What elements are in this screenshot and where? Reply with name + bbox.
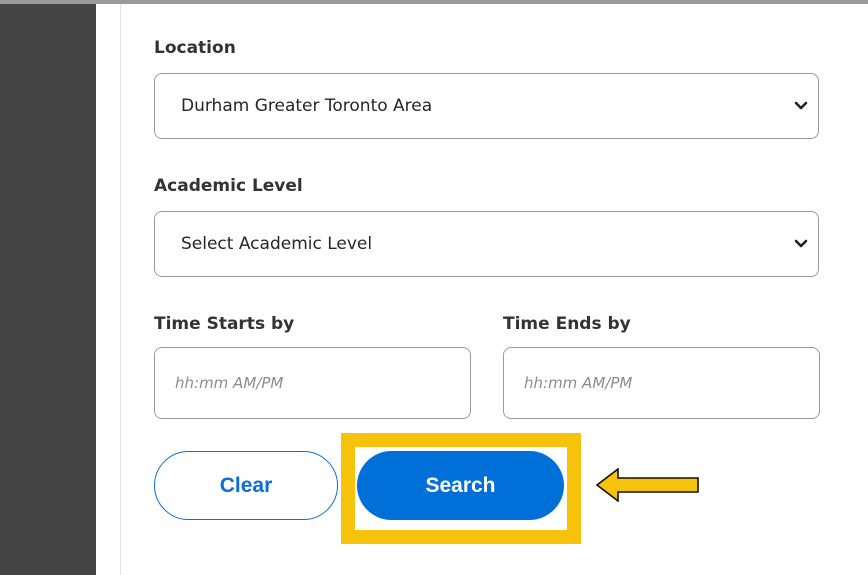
- location-selected-value: Durham Greater Toronto Area: [181, 96, 433, 116]
- sidebar: [0, 4, 96, 575]
- academic-level-selected-value: Select Academic Level: [181, 234, 373, 254]
- time-starts-placeholder: hh:mm AM/PM: [175, 374, 284, 392]
- clear-button[interactable]: Clear: [154, 451, 338, 520]
- time-ends-placeholder: hh:mm AM/PM: [524, 374, 633, 392]
- time-ends-label: Time Ends by: [503, 314, 631, 334]
- top-border: [0, 0, 868, 4]
- arrow-left-icon: [596, 468, 699, 502]
- time-starts-label: Time Starts by: [154, 314, 295, 334]
- chevron-down-icon: [794, 239, 808, 248]
- time-ends-input[interactable]: hh:mm AM/PM: [503, 347, 820, 419]
- academic-level-label: Academic Level: [154, 176, 303, 196]
- location-label: Location: [154, 38, 236, 58]
- content-divider: [120, 4, 121, 575]
- academic-level-select[interactable]: Select Academic Level: [154, 211, 819, 277]
- location-select[interactable]: Durham Greater Toronto Area: [154, 73, 819, 139]
- search-button[interactable]: Search: [357, 451, 564, 520]
- chevron-down-icon: [794, 101, 808, 110]
- time-starts-input[interactable]: hh:mm AM/PM: [154, 347, 471, 419]
